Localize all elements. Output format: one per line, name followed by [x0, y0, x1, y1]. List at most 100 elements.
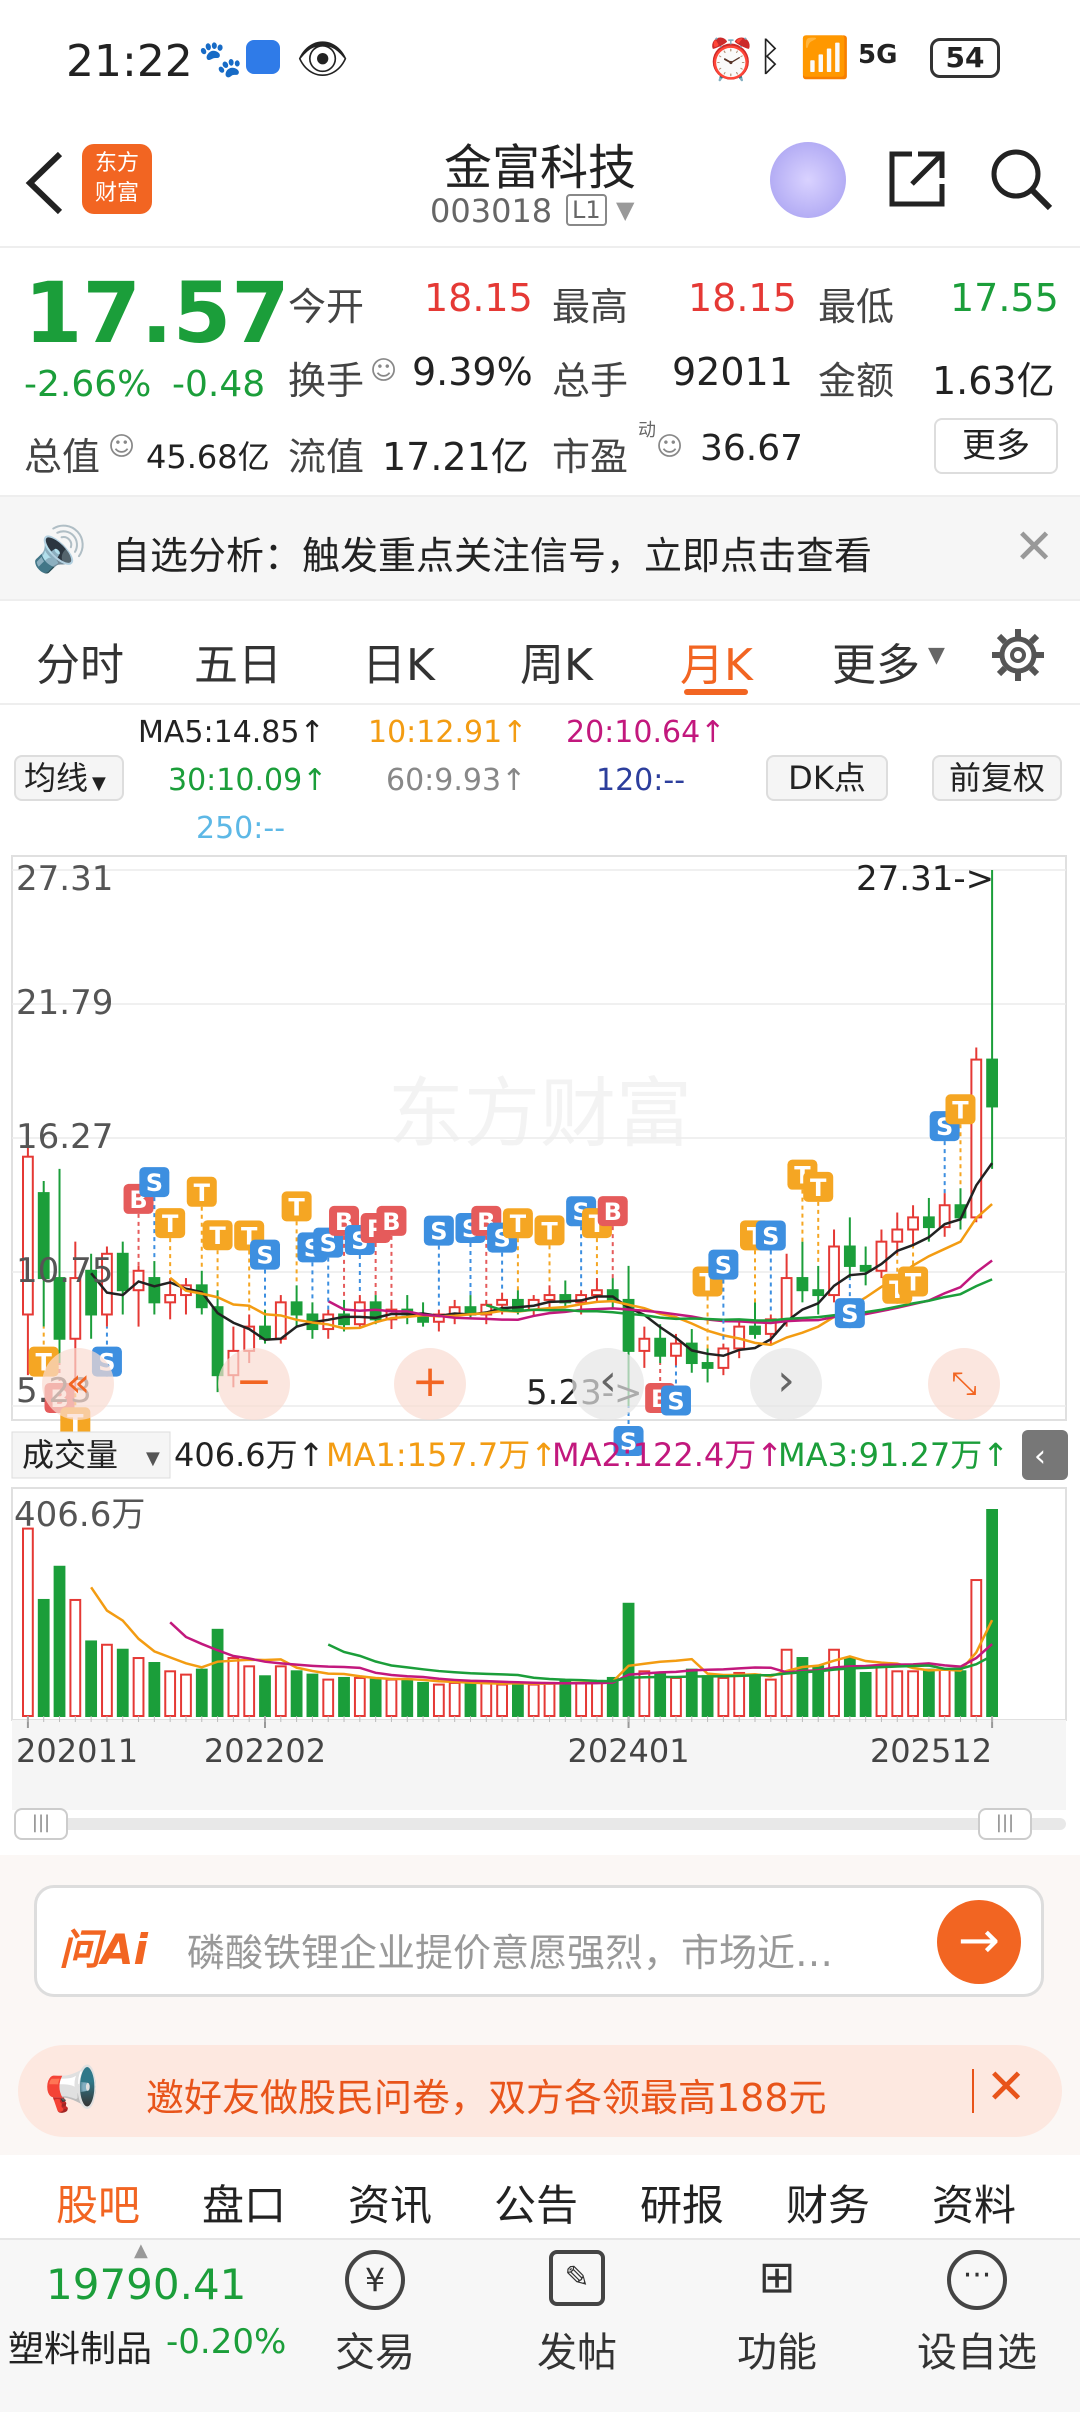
chevron-up-icon: ▲ [134, 2240, 148, 2261]
current-price: 17.57 [24, 264, 290, 362]
ai-brand: 问Ai [59, 1925, 148, 1974]
signal-notice[interactable]: 🔊 自选分析：触发重点关注信号，立即点击查看 ✕ [0, 495, 1080, 601]
back-icon[interactable] [20, 148, 70, 218]
ma60-label: 60:9.93↑ [386, 763, 527, 798]
info-icon[interactable]: ☺ [370, 356, 397, 386]
dk-points-button[interactable]: DK点 [766, 755, 888, 801]
wifi-icon: 📶 [800, 35, 850, 81]
share-icon[interactable] [884, 146, 950, 212]
chevron-down-icon[interactable]: ▼ [928, 643, 945, 668]
tab-announcements[interactable]: 公告 [494, 2172, 578, 2233]
candle-body [322, 1313, 335, 1331]
watermark-text: 东方财富 [388, 1069, 692, 1158]
candle-body [796, 1277, 809, 1292]
tab-orderbook[interactable]: 盘口 [202, 2172, 286, 2233]
candle-body [211, 1306, 224, 1377]
gear-icon[interactable] [990, 627, 1046, 683]
tab-research[interactable]: 研报 [640, 2172, 724, 2233]
tab-monthly[interactable]: 月K [680, 629, 753, 693]
index-change: -0.20% [166, 2322, 287, 2362]
volume-bar [211, 1628, 224, 1717]
info-icon[interactable]: ☺ [656, 432, 683, 462]
index-name[interactable]: 塑料制品 [8, 2320, 152, 2372]
volume-bar [701, 1675, 714, 1717]
grid-icon: ⊞ [758, 2252, 796, 2303]
volume-bar [369, 1678, 382, 1718]
tab-profile[interactable]: 资料 [932, 2172, 1016, 2233]
tab-finance[interactable]: 财务 [786, 2172, 870, 2233]
tab-minute[interactable]: 分时 [36, 629, 124, 693]
arrow-right-icon[interactable]: → [937, 1900, 1021, 1984]
signal-letter: B [382, 1208, 400, 1236]
first-page-button[interactable]: « [42, 1348, 114, 1420]
robot-assistant-icon[interactable] [770, 142, 846, 218]
candle-body [591, 1289, 603, 1297]
volume-bar [148, 1662, 161, 1718]
high-value: 18.15 [688, 276, 797, 320]
kline-chart[interactable]: 东方财富 TBTSBSTTTTSTSSBSPBSSBSTTSTBSBSTSTST… [0, 850, 1080, 1840]
close-icon[interactable]: ✕ [986, 2059, 1026, 2115]
fullscreen-button[interactable]: ⤡ [928, 1348, 1000, 1420]
invite-banner[interactable]: 📢 邀好友做股民问卷，双方各领最高188元 ✕ [18, 2045, 1062, 2137]
index-value[interactable]: 19790.41 [46, 2260, 246, 2309]
kline-svg[interactable]: 东方财富 TBTSBSTTTTSTSSBSPBSSBSTTSTBSBSTSTST… [0, 850, 1080, 1815]
volume-bar [764, 1678, 777, 1718]
candle-body [843, 1245, 856, 1267]
add-watchlist-button[interactable]: ··· 设自选 [912, 2250, 1042, 2378]
signal-letter: T [162, 1210, 179, 1238]
volume-bar [164, 1670, 177, 1717]
search-icon[interactable] [986, 144, 1056, 214]
ma250-label: 250:-- [196, 811, 286, 846]
turnover-value: 9.39% [412, 350, 533, 394]
volume-bar [512, 1681, 524, 1718]
zoom-in-button[interactable]: + [394, 1348, 466, 1420]
ma-selector-label: 均线 [24, 759, 89, 797]
more-button[interactable]: 更多 [934, 418, 1058, 474]
signal-letter: S [715, 1252, 732, 1280]
signal-letter: T [810, 1174, 827, 1202]
mcap-label: 总值 [24, 435, 101, 479]
signal-letter: T [952, 1096, 969, 1124]
scroll-handle-right[interactable]: ||| [978, 1808, 1032, 1840]
ma-selector[interactable]: 均线 ▼ [14, 755, 124, 801]
scroll-handle-left[interactable]: ||| [14, 1808, 68, 1840]
chevron-down-icon[interactable]: ▼ [616, 196, 634, 224]
trade-button[interactable]: ¥ 交易 [330, 2250, 420, 2378]
volume-bar [259, 1675, 271, 1717]
tab-forum[interactable]: 股吧 [56, 2172, 140, 2233]
tab-news[interactable]: 资讯 [348, 2172, 432, 2233]
trade-label: 交易 [335, 2330, 415, 2376]
tab-five-day[interactable]: 五日 [194, 629, 282, 693]
chevron-down-icon: ▼ [146, 1448, 160, 1469]
active-tab-indicator [684, 689, 748, 695]
volume-bar [432, 1683, 445, 1718]
volume-bar [227, 1657, 240, 1718]
adjust-mode-button[interactable]: 前复权 [932, 755, 1062, 801]
alarm-icon: ⏰ [706, 37, 756, 83]
volume-bar [85, 1640, 98, 1718]
functions-button[interactable]: ⊞ 功能 [732, 2250, 822, 2378]
volume-bar [654, 1671, 667, 1718]
next-button[interactable]: › [750, 1348, 822, 1420]
close-icon[interactable]: ✕ [1014, 519, 1054, 575]
zoom-out-button[interactable]: − [218, 1348, 290, 1420]
ai-question-box[interactable]: 问Ai 磷酸铁锂企业提价意愿强烈，市场近… → [34, 1885, 1044, 1997]
tab-weekly[interactable]: 周K [520, 629, 593, 693]
tab-more[interactable]: 更多 [832, 629, 920, 693]
volume-bar [922, 1668, 935, 1717]
volume-bar [986, 1509, 998, 1717]
prev-button[interactable]: ‹ [572, 1348, 644, 1420]
volume-bar [385, 1678, 398, 1718]
volume-bar [417, 1681, 429, 1718]
level-badge: L1 [566, 194, 607, 226]
tab-daily[interactable]: 日K [362, 629, 435, 693]
post-button[interactable]: ✎ 发帖 [532, 2250, 622, 2378]
info-icon[interactable]: ☺ [108, 432, 135, 462]
candle-body [812, 1289, 825, 1297]
eastmoney-logo[interactable]: 东方 财富 [82, 144, 152, 214]
ma20-label: 20:10.64↑ [566, 715, 726, 750]
invite-text: 邀好友做股民问卷，双方各领最高188元 [146, 2076, 827, 2120]
volume-bar [575, 1681, 588, 1718]
chart-scrollbar[interactable] [14, 1818, 1066, 1830]
volume-bar [875, 1665, 888, 1717]
